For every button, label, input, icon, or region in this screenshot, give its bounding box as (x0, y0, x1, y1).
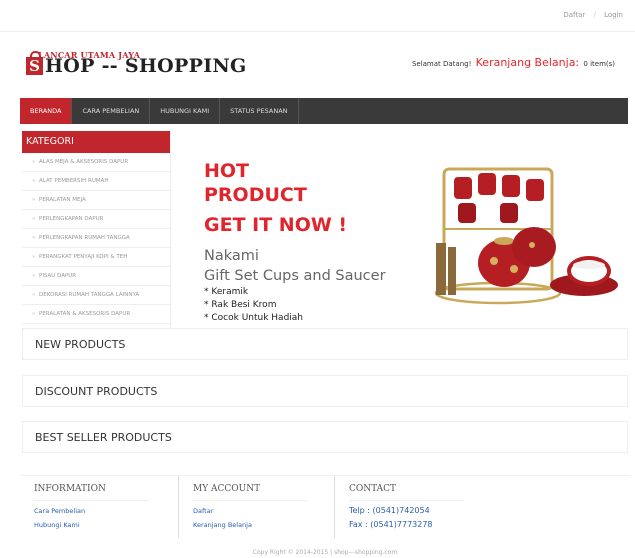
section-title: DISCOUNT PRODUCTS (35, 385, 158, 398)
category-item[interactable]: PERLENGKAPAN DAPUR (22, 210, 170, 229)
footer-link[interactable]: Keranjang Belanja (193, 521, 334, 529)
footer-contact: CONTACT Telp : (0541)742054 Fax : (0541)… (334, 476, 494, 538)
shopping-bag-icon: S (26, 51, 43, 75)
feature-item: Cocok Untuk Hadiah (204, 312, 303, 325)
bestseller-products-section: BEST SELLER PRODUCTS (22, 421, 628, 453)
category-item[interactable]: PERALATAN & AKSESORIS DAPUR (22, 305, 170, 324)
contact-phone: Telp : (0541)742054 (349, 506, 430, 515)
banner-product-title: Nakami Gift Set Cups and Saucer (204, 246, 386, 286)
footer-link[interactable]: Daftar (193, 507, 334, 515)
logo-text: HOP -- SHOPPING (45, 55, 247, 77)
tea-set-product-image (434, 167, 618, 305)
category-item[interactable]: PERLENGKAPAN RUMAH TANGGA (22, 229, 170, 248)
footer-link[interactable]: Hubungi Kami (34, 521, 178, 529)
hero-banner[interactable]: HOT PRODUCT GET IT NOW ! Nakami Gift Set… (181, 131, 627, 335)
banner-hot-line: HOT (204, 160, 250, 182)
site-footer: INFORMATION Cara Pembelian Hubungi Kami … (20, 475, 630, 558)
category-item[interactable]: PERALATAN MEJA (22, 191, 170, 210)
footer-link[interactable]: Cara Pembelian (34, 507, 178, 515)
category-item[interactable]: ALAS MEJA & AKSESORIS DAPUR (22, 153, 170, 172)
welcome-bar: Selamat Datang! Keranjang Belanja: 0 ite… (412, 56, 615, 69)
banner-headline: HOT PRODUCT (204, 159, 307, 207)
login-link[interactable]: Login (604, 11, 623, 19)
banner-product-line: PRODUCT (204, 184, 307, 206)
nav-item-status-pesanan[interactable]: STATUS PESANAN (220, 98, 299, 124)
nav-item-hubungi-kami[interactable]: HUBUNGI KAMI (150, 98, 221, 124)
nav-item-cara-pembelian[interactable]: CARA PEMBELIAN (72, 98, 151, 124)
banner-brand: Nakami (204, 248, 259, 264)
section-title: BEST SELLER PRODUCTS (35, 431, 172, 444)
contact-fax: Fax : (0541)7773278 (349, 520, 433, 529)
register-link[interactable]: Daftar (563, 11, 585, 19)
banner-feature-list: Keramik Rak Besi Krom Cocok Untuk Hadiah (204, 286, 303, 325)
top-bar: Daftar / Login (0, 0, 635, 32)
category-sidebar: KATEGORI ALAS MEJA & AKSESORIS DAPUR ALA… (22, 131, 171, 335)
cart-count: 0 item(s) (583, 60, 615, 68)
category-item[interactable]: ALAT PEMBERSIH RUMAH (22, 172, 170, 191)
discount-products-section: DISCOUNT PRODUCTS (22, 375, 628, 407)
sidebar-title: KATEGORI (22, 131, 170, 153)
account-links: Daftar / Login (557, 11, 623, 19)
link-separator: / (593, 11, 596, 19)
banner-product-name: Gift Set Cups and Saucer (204, 268, 386, 284)
category-item[interactable]: PERANGKAT PENYAJI KOPI & TEH (22, 248, 170, 267)
category-item[interactable]: DEKORASI RUMAH TANGGA LAINNYA (22, 286, 170, 305)
footer-title: CONTACT (349, 484, 464, 501)
main-nav: BERANDA CARA PEMBELIAN HUBUNGI KAMI STAT… (20, 98, 628, 124)
footer-information: INFORMATION Cara Pembelian Hubungi Kami (20, 476, 178, 538)
section-title: NEW PRODUCTS (35, 338, 126, 351)
welcome-text: Selamat Datang! (411, 60, 472, 68)
banner-cta: GET IT NOW ! (204, 214, 348, 236)
feature-item: Keramik (204, 286, 303, 299)
footer-account: MY ACCOUNT Daftar Keranjang Belanja (178, 476, 334, 538)
new-products-section: NEW PRODUCTS (22, 328, 628, 360)
nav-item-beranda[interactable]: BERANDA (20, 98, 73, 124)
copyright: Copy Right © 2014-2015 | shop---shopping… (252, 549, 398, 556)
cart-link[interactable]: Keranjang Belanja: (476, 56, 580, 69)
category-item[interactable]: PISAU DAPUR (22, 267, 170, 286)
footer-title: MY ACCOUNT (193, 484, 308, 501)
feature-item: Rak Besi Krom (204, 299, 303, 312)
footer-title: INFORMATION (34, 484, 149, 501)
